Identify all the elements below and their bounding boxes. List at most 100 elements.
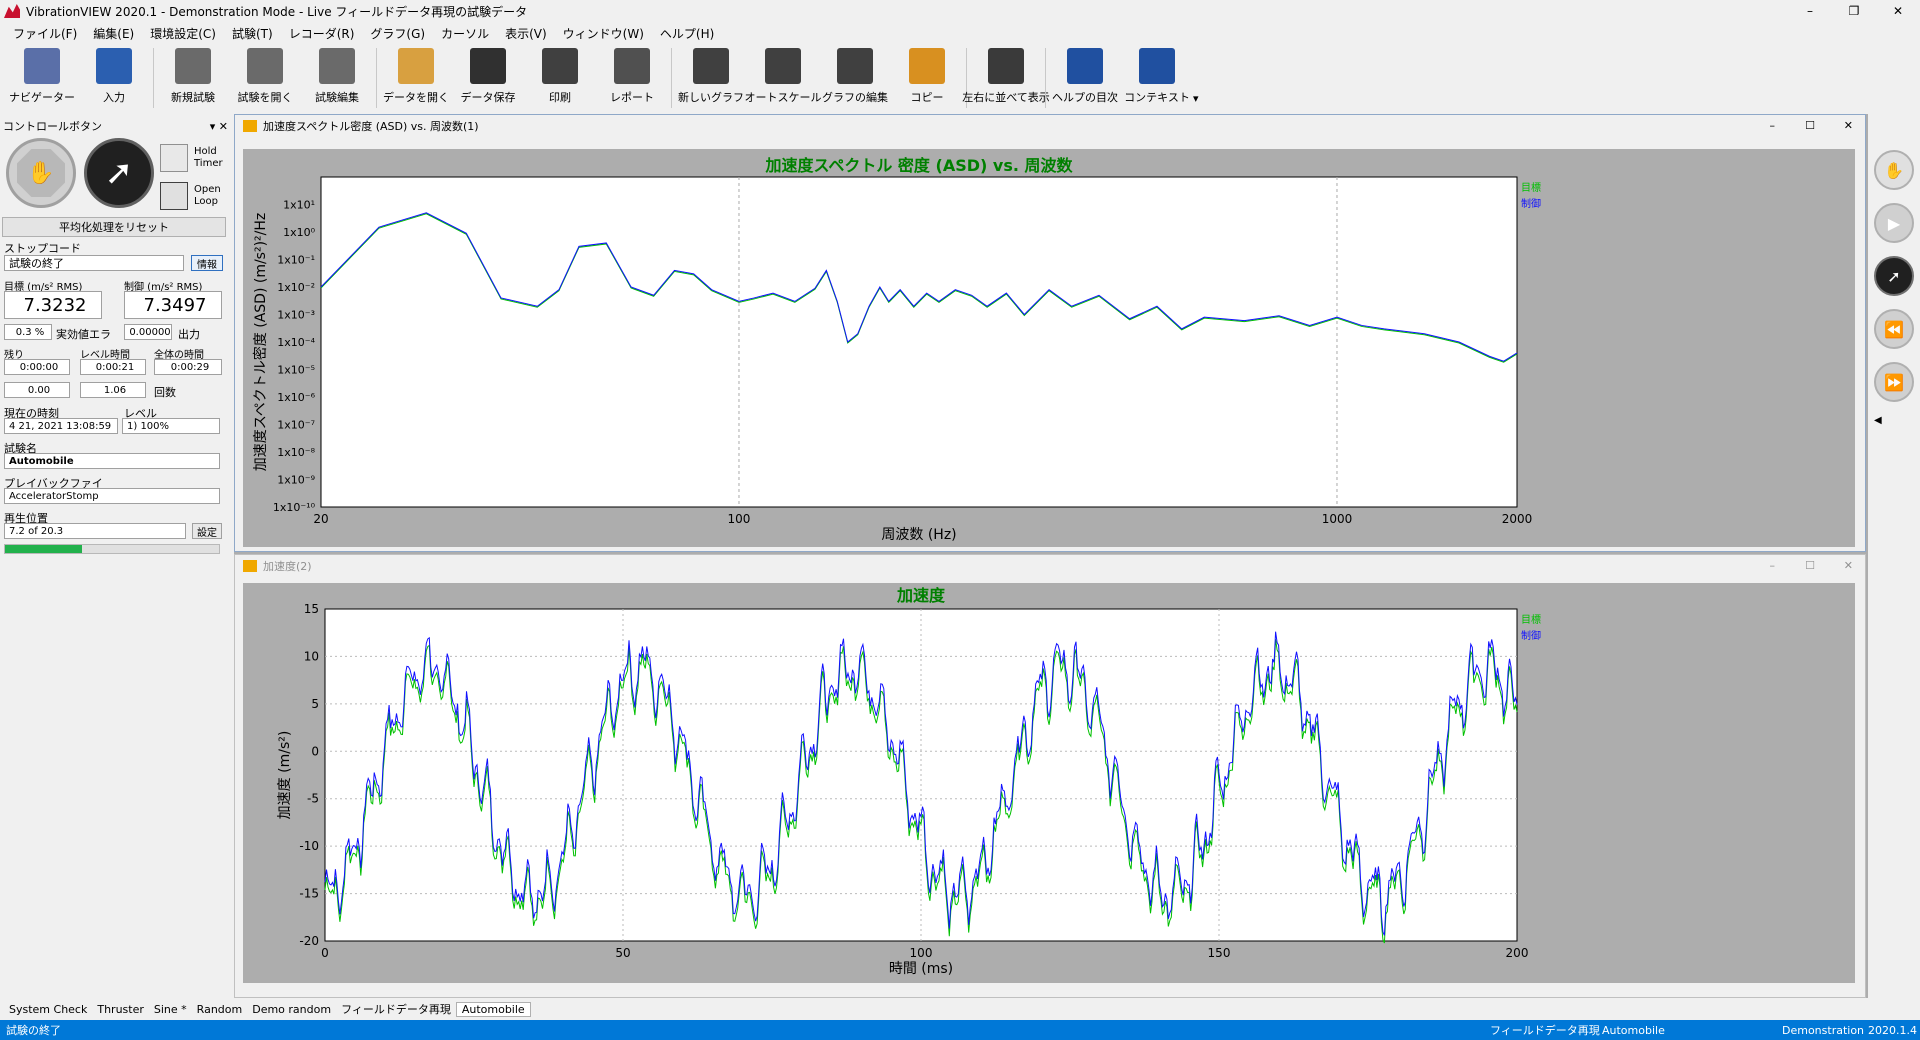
- toolbar-button-14[interactable]: ヘルプの目次: [1049, 44, 1121, 110]
- reset-average-button[interactable]: 平均化処理をリセット: [2, 217, 226, 237]
- acceleration-chart[interactable]: 加速度0 50 100 150 200151050-5-10-15-20時間 (ms)加…: [243, 583, 1855, 983]
- tab-system-check[interactable]: System Check: [4, 1003, 92, 1016]
- edit-graph-icon: [837, 48, 873, 84]
- tab-field-data[interactable]: フィールドデータ再現: [336, 1001, 456, 1017]
- acceleration-graph-window[interactable]: 加速度(2) – ☐ ✕ 加速度 0 50 100 150 200 15 10 5 0 -5 -10-…: [234, 554, 1866, 998]
- menu-help[interactable]: ヘルプ(H): [660, 25, 714, 42]
- accel-x-tick-label: 100: [910, 946, 933, 960]
- open-loop-label: Open Loop: [194, 184, 221, 207]
- asd-y-tick-label: 1x10⁻⁶: [277, 391, 315, 404]
- playback-file-value: AcceleratorStomp: [4, 488, 220, 504]
- menu-test[interactable]: 試験(T): [232, 25, 273, 42]
- tab-demo-random[interactable]: Demo random: [247, 1003, 336, 1016]
- target-rms-value: 7.3232: [4, 291, 102, 319]
- toolbar-button-10[interactable]: オートスケール: [745, 44, 822, 110]
- toolbar-button-15[interactable]: コンテキスト: [1121, 44, 1193, 110]
- panel-pin-close-icon[interactable]: ▾ ✕: [210, 120, 228, 133]
- help-contents-icon: [1067, 48, 1103, 84]
- asd-window-maximize-icon[interactable]: ☐: [1805, 119, 1815, 132]
- toolbar-label: データを開く: [383, 91, 449, 104]
- accel-window-minimize-icon[interactable]: –: [1770, 559, 1776, 572]
- set-position-button[interactable]: 設定: [192, 523, 222, 539]
- toolbar-button-6[interactable]: データ保存: [452, 44, 524, 110]
- info-button[interactable]: 情報: [191, 255, 223, 271]
- menu-cursor[interactable]: カーソル: [441, 25, 489, 42]
- accel-plot-frame: 加速度 0 50 100 150 200 15 10 5 0 -5 -10 -15 -20 時間 (ms) 加…: [243, 583, 1855, 983]
- close-icon[interactable]: ✕: [1876, 0, 1920, 22]
- accel-y-tick-label: 5: [311, 697, 319, 711]
- open-loop-toggle[interactable]: [160, 182, 188, 210]
- report-icon: [614, 48, 650, 84]
- collapse-arrow-icon[interactable]: ◀: [1874, 415, 1920, 426]
- toolbar-button-1[interactable]: 入力: [78, 44, 150, 110]
- status-test-name: Automobile: [1602, 1023, 1665, 1037]
- restore-icon[interactable]: ❐: [1832, 0, 1876, 22]
- accel-window-close-icon[interactable]: ✕: [1844, 559, 1853, 572]
- asd-window-minimize-icon[interactable]: –: [1770, 119, 1776, 132]
- minimize-icon[interactable]: –: [1788, 0, 1832, 22]
- rms-error-label: 実効値エラ: [56, 328, 111, 341]
- toolbar-label: 新しいグラフ: [678, 91, 744, 104]
- hold-timer-toggle[interactable]: [160, 144, 188, 172]
- asd-window-titlebar: 加速度スペクトル密度 (ASD) vs. 周波数(1) – ☐ ✕: [235, 115, 1865, 137]
- asd-y-tick-label: 1x10¹: [283, 199, 315, 212]
- tab-thruster[interactable]: Thruster: [92, 1003, 149, 1016]
- asd-x-axis-label: 周波数 (Hz): [881, 527, 956, 543]
- right-forward-button[interactable]: ⏩: [1874, 362, 1914, 402]
- toolbar-button-12[interactable]: コピー: [891, 44, 963, 110]
- menu-window[interactable]: ウィンドウ(W): [563, 25, 644, 42]
- value-field-2: 1.06: [80, 382, 146, 398]
- menu-view[interactable]: 表示(V): [505, 25, 547, 42]
- menu-recorder[interactable]: レコーダ(R): [289, 25, 355, 42]
- toolbar-separator: [153, 48, 154, 108]
- asd-chart[interactable]: 加速度スペクトル 密度 (ASD) vs. 周波数 20 100 1000 2000 1x…: [243, 149, 1855, 547]
- navigator-icon: [24, 48, 60, 84]
- right-start-button[interactable]: ➚: [1874, 256, 1914, 296]
- toolbar-button-3[interactable]: 試験を開く: [229, 44, 301, 110]
- toolbar-button-11[interactable]: グラフの編集: [819, 44, 891, 110]
- toolbar-button-5[interactable]: データを開く: [380, 44, 452, 110]
- test-tab-bar: System Check Thruster Sine * Random Demo…: [0, 998, 1920, 1020]
- stop-hand-icon: ✋: [17, 149, 65, 197]
- accel-x-tick-label: 150: [1208, 946, 1231, 960]
- remaining-value: 0:00:00: [4, 359, 70, 375]
- open-data-icon: [398, 48, 434, 84]
- asd-y-tick-label: 1x10⁰: [283, 226, 316, 239]
- toolbar-button-7[interactable]: 印刷: [524, 44, 596, 110]
- right-control-bar: ✋ ▶ ➚ ⏪ ⏩ ◀: [1868, 140, 1920, 440]
- toolbar-button-2[interactable]: 新規試験: [157, 44, 229, 110]
- toolbar-button-4[interactable]: 試験編集: [301, 44, 373, 110]
- accel-y-tick-label: -5: [307, 792, 319, 806]
- right-stop-button[interactable]: ✋: [1874, 150, 1914, 190]
- toolbar-label: ナビゲーター: [9, 91, 75, 104]
- menu-config[interactable]: 環境設定(C): [150, 25, 216, 42]
- toolbar-label: 試験編集: [315, 91, 359, 104]
- asd-graph-window[interactable]: 加速度スペクトル密度 (ASD) vs. 周波数(1) – ☐ ✕ 加速度スペク…: [234, 114, 1866, 552]
- rewind-icon: ⏪: [1884, 319, 1904, 339]
- menu-file[interactable]: ファイル(F): [13, 25, 77, 42]
- asd-window-title: 加速度スペクトル密度 (ASD) vs. 周波数(1): [263, 120, 479, 133]
- toolbar-label: レポート: [610, 91, 654, 104]
- tab-sine[interactable]: Sine *: [149, 1003, 192, 1016]
- menu-graph[interactable]: グラフ(G): [370, 25, 425, 42]
- toolbar: ナビゲーター 入力 新規試験 試験を開く 試験編集 データを開く データ保存 印刷 レポート 新し…: [0, 44, 1920, 112]
- asd-window-close-icon[interactable]: ✕: [1844, 119, 1853, 132]
- tab-random[interactable]: Random: [192, 1003, 248, 1016]
- stop-code-field: 試験の終了: [4, 255, 184, 271]
- right-rewind-button[interactable]: ⏪: [1874, 309, 1914, 349]
- toolbar-overflow-icon[interactable]: ▾: [1193, 92, 1199, 105]
- toolbar-separator: [1045, 48, 1046, 108]
- toolbar-button-9[interactable]: 新しいグラフ: [675, 44, 747, 110]
- accel-window-maximize-icon[interactable]: ☐: [1805, 559, 1815, 572]
- right-play-button[interactable]: ▶: [1874, 203, 1914, 243]
- toolbar-button-13[interactable]: 左右に並べて表示: [962, 44, 1050, 110]
- menu-edit[interactable]: 編集(E): [93, 25, 134, 42]
- tab-automobile[interactable]: Automobile: [455, 1001, 531, 1017]
- toolbar-button-0[interactable]: ナビゲーター: [6, 44, 78, 110]
- status-mode: Demonstration: [1782, 1023, 1865, 1037]
- asd-chart-title: 加速度スペクトル 密度 (ASD) vs. 周波数: [764, 156, 1073, 175]
- stop-button[interactable]: ✋: [6, 138, 76, 208]
- toolbar-button-8[interactable]: レポート: [596, 44, 668, 110]
- play-icon: ▶: [1887, 213, 1901, 233]
- start-button[interactable]: ➚: [84, 138, 154, 208]
